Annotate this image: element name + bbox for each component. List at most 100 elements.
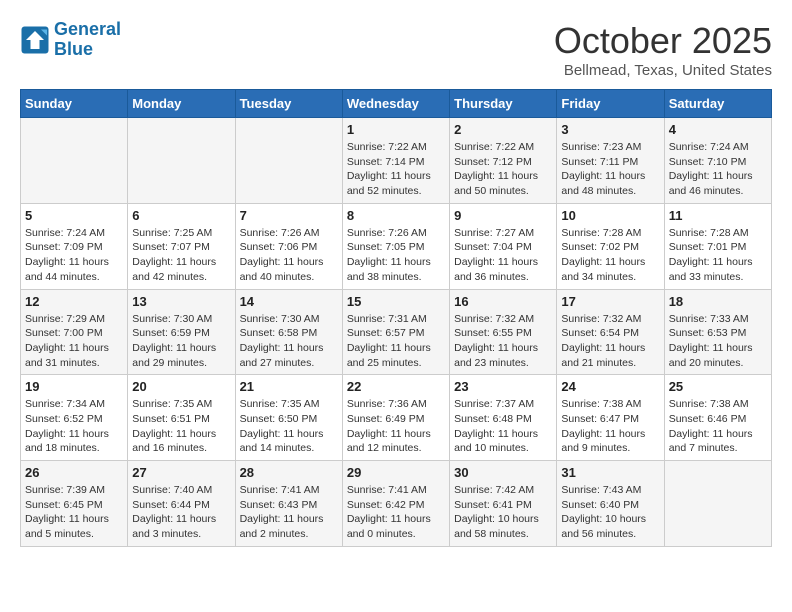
calendar-day-cell: 11 Sunrise: 7:28 AMSunset: 7:01 PMDayligh… [664, 203, 771, 289]
day-info: Sunrise: 7:35 AMSunset: 6:50 PMDaylight:… [240, 397, 338, 456]
calendar-day-cell: 6Sunrise: 7:25 AMSunset: 7:07 PMDaylight… [128, 203, 235, 289]
day-number: 26 [25, 465, 123, 480]
day-info: Sunrise: 7:28 AMSunset: 7:02 PMDaylight:… [561, 226, 659, 285]
calendar-day-cell: 10 Sunrise: 7:28 AMSunset: 7:02 PMDayligh… [557, 203, 664, 289]
calendar-week-row: 5Sunrise: 7:24 AMSunset: 7:09 PMDaylight… [21, 203, 772, 289]
weekday-header: Friday [557, 90, 664, 118]
day-number: 10 [561, 208, 659, 223]
logo-line2: Blue [54, 39, 93, 59]
calendar-day-cell: 16 Sunrise: 7:32 AMSunset: 6:55 PMDayligh… [450, 289, 557, 375]
day-number: 16 [454, 294, 552, 309]
day-info: Sunrise: 7:30 AMSunset: 6:58 PMDaylight:… [240, 312, 338, 371]
calendar-day-cell: 14 Sunrise: 7:30 AMSunset: 6:58 PMDayligh… [235, 289, 342, 375]
logo-text: General Blue [54, 20, 121, 60]
calendar-day-cell: 20 Sunrise: 7:35 AMSunset: 6:51 PMDayligh… [128, 375, 235, 461]
day-info: Sunrise: 7:36 AMSunset: 6:49 PMDaylight:… [347, 397, 445, 456]
day-info: Sunrise: 7:32 AMSunset: 6:55 PMDaylight:… [454, 312, 552, 371]
calendar-week-row: 1 Sunrise: 7:22 AMSunset: 7:14 PMDaylight… [21, 118, 772, 204]
day-number: 22 [347, 379, 445, 394]
day-number: 20 [132, 379, 230, 394]
day-info: Sunrise: 7:22 AMSunset: 7:14 PMDaylight:… [347, 140, 445, 199]
calendar-day-cell: 26 Sunrise: 7:39 AMSunset: 6:45 PMDayligh… [21, 461, 128, 547]
calendar-day-cell: 25 Sunrise: 7:38 AMSunset: 6:46 PMDayligh… [664, 375, 771, 461]
calendar-day-cell: 1 Sunrise: 7:22 AMSunset: 7:14 PMDaylight… [342, 118, 449, 204]
day-number: 2 [454, 122, 552, 137]
day-number: 9 [454, 208, 552, 223]
calendar-day-cell: 19Sunrise: 7:34 AMSunset: 6:52 PMDayligh… [21, 375, 128, 461]
logo: General Blue [20, 20, 121, 60]
calendar-day-cell: 18Sunrise: 7:33 AMSunset: 6:53 PMDayligh… [664, 289, 771, 375]
day-info: Sunrise: 7:39 AMSunset: 6:45 PMDaylight:… [25, 483, 123, 542]
day-number: 30 [454, 465, 552, 480]
day-number: 14 [240, 294, 338, 309]
day-info: Sunrise: 7:24 AMSunset: 7:09 PMDaylight:… [25, 226, 123, 285]
calendar-day-cell: 29 Sunrise: 7:41 AMSunset: 6:42 PMDayligh… [342, 461, 449, 547]
weekday-header-row: SundayMondayTuesdayWednesdayThursdayFrid… [21, 90, 772, 118]
month-title: October 2025 [554, 20, 772, 62]
day-info: Sunrise: 7:25 AMSunset: 7:07 PMDaylight:… [132, 226, 230, 285]
calendar-day-cell: 24 Sunrise: 7:38 AMSunset: 6:47 PMDayligh… [557, 375, 664, 461]
day-info: Sunrise: 7:22 AMSunset: 7:12 PMDaylight:… [454, 140, 552, 199]
day-info: Sunrise: 7:30 AMSunset: 6:59 PMDaylight:… [132, 312, 230, 371]
calendar-day-cell: 21 Sunrise: 7:35 AMSunset: 6:50 PMDayligh… [235, 375, 342, 461]
logo-icon [20, 25, 50, 55]
weekday-header: Monday [128, 90, 235, 118]
day-info: Sunrise: 7:24 AMSunset: 7:10 PMDaylight:… [669, 140, 767, 199]
calendar-day-cell: 13Sunrise: 7:30 AMSunset: 6:59 PMDayligh… [128, 289, 235, 375]
day-number: 29 [347, 465, 445, 480]
day-number: 1 [347, 122, 445, 137]
day-number: 11 [669, 208, 767, 223]
day-info: Sunrise: 7:29 AMSunset: 7:00 PMDaylight:… [25, 312, 123, 371]
day-number: 12 [25, 294, 123, 309]
day-number: 24 [561, 379, 659, 394]
calendar-week-row: 26 Sunrise: 7:39 AMSunset: 6:45 PMDayligh… [21, 461, 772, 547]
calendar-day-cell [664, 461, 771, 547]
day-info: Sunrise: 7:31 AMSunset: 6:57 PMDaylight:… [347, 312, 445, 371]
day-info: Sunrise: 7:41 AMSunset: 6:42 PMDaylight:… [347, 483, 445, 542]
weekday-header: Saturday [664, 90, 771, 118]
day-info: Sunrise: 7:38 AMSunset: 6:47 PMDaylight:… [561, 397, 659, 456]
calendar-day-cell [21, 118, 128, 204]
day-number: 28 [240, 465, 338, 480]
calendar-day-cell: 3Sunrise: 7:23 AMSunset: 7:11 PMDaylight… [557, 118, 664, 204]
weekday-header: Sunday [21, 90, 128, 118]
day-info: Sunrise: 7:28 AMSunset: 7:01 PMDaylight:… [669, 226, 767, 285]
day-number: 8 [347, 208, 445, 223]
day-number: 21 [240, 379, 338, 394]
day-info: Sunrise: 7:35 AMSunset: 6:51 PMDaylight:… [132, 397, 230, 456]
calendar-day-cell: 22 Sunrise: 7:36 AMSunset: 6:49 PMDayligh… [342, 375, 449, 461]
day-info: Sunrise: 7:26 AMSunset: 7:05 PMDaylight:… [347, 226, 445, 285]
calendar-week-row: 12 Sunrise: 7:29 AMSunset: 7:00 PMDayligh… [21, 289, 772, 375]
location-subtitle: Bellmead, Texas, United States [554, 62, 772, 79]
day-number: 18 [669, 294, 767, 309]
calendar-table: SundayMondayTuesdayWednesdayThursdayFrid… [20, 89, 772, 547]
day-info: Sunrise: 7:27 AMSunset: 7:04 PMDaylight:… [454, 226, 552, 285]
day-number: 17 [561, 294, 659, 309]
day-number: 23 [454, 379, 552, 394]
day-info: Sunrise: 7:37 AMSunset: 6:48 PMDaylight:… [454, 397, 552, 456]
calendar-day-cell: 5Sunrise: 7:24 AMSunset: 7:09 PMDaylight… [21, 203, 128, 289]
weekday-header: Thursday [450, 90, 557, 118]
day-info: Sunrise: 7:38 AMSunset: 6:46 PMDaylight:… [669, 397, 767, 456]
calendar-day-cell: 27Sunrise: 7:40 AMSunset: 6:44 PMDayligh… [128, 461, 235, 547]
calendar-week-row: 19Sunrise: 7:34 AMSunset: 6:52 PMDayligh… [21, 375, 772, 461]
day-number: 3 [561, 122, 659, 137]
day-number: 15 [347, 294, 445, 309]
calendar-day-cell: 17 Sunrise: 7:32 AMSunset: 6:54 PMDayligh… [557, 289, 664, 375]
calendar-day-cell: 4 Sunrise: 7:24 AMSunset: 7:10 PMDaylight… [664, 118, 771, 204]
day-number: 4 [669, 122, 767, 137]
day-info: Sunrise: 7:32 AMSunset: 6:54 PMDaylight:… [561, 312, 659, 371]
calendar-day-cell: 15 Sunrise: 7:31 AMSunset: 6:57 PMDayligh… [342, 289, 449, 375]
day-info: Sunrise: 7:42 AMSunset: 6:41 PMDaylight:… [454, 483, 552, 542]
logo-line1: General [54, 19, 121, 39]
calendar-day-cell [128, 118, 235, 204]
day-info: Sunrise: 7:41 AMSunset: 6:43 PMDaylight:… [240, 483, 338, 542]
day-number: 25 [669, 379, 767, 394]
calendar-day-cell: 12 Sunrise: 7:29 AMSunset: 7:00 PMDayligh… [21, 289, 128, 375]
weekday-header: Tuesday [235, 90, 342, 118]
day-number: 19 [25, 379, 123, 394]
day-info: Sunrise: 7:40 AMSunset: 6:44 PMDaylight:… [132, 483, 230, 542]
page-header: General Blue October 2025 Bellmead, Texa… [20, 20, 772, 79]
day-number: 7 [240, 208, 338, 223]
calendar-day-cell: 30 Sunrise: 7:42 AMSunset: 6:41 PMDayligh… [450, 461, 557, 547]
